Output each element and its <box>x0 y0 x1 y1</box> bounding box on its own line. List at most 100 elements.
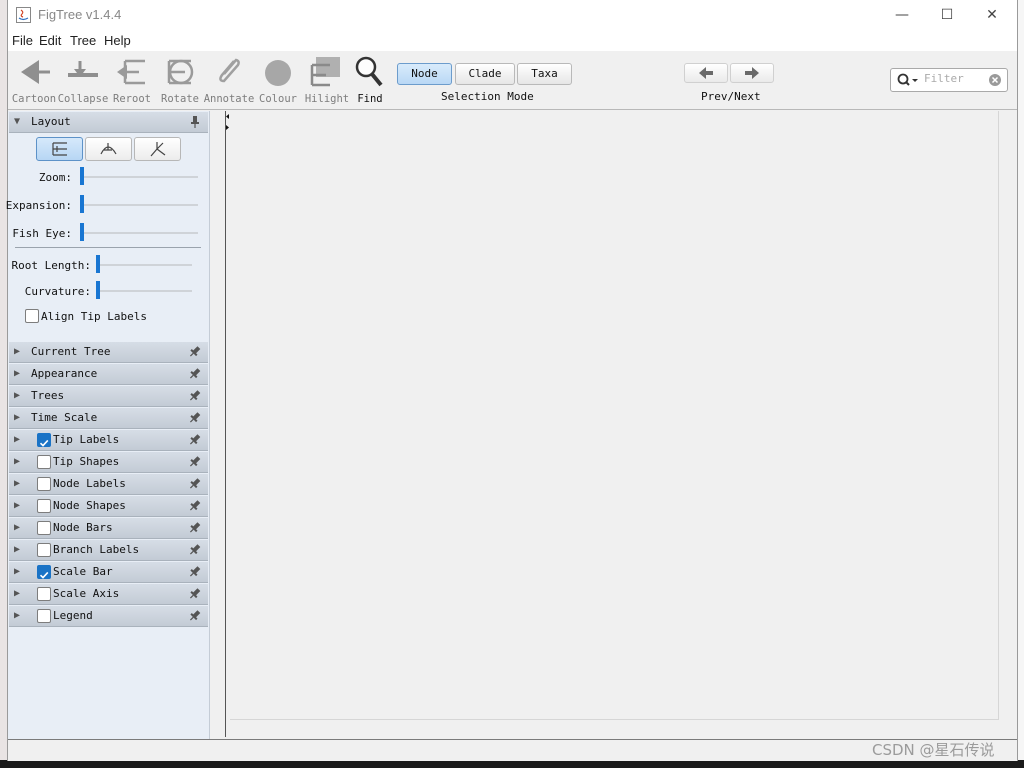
pin-icon[interactable] <box>188 367 202 380</box>
rotate-button[interactable]: Rotate <box>156 55 204 107</box>
expansion-slider-thumb[interactable] <box>80 195 84 213</box>
layout-panel-header[interactable]: ▼ Layout <box>9 112 208 133</box>
zoom-slider-thumb[interactable] <box>80 167 84 185</box>
root-length-slider-thumb[interactable] <box>96 255 100 273</box>
maximize-button[interactable]: ☐ <box>925 3 969 27</box>
selection-taxa-button[interactable]: Taxa <box>517 63 572 85</box>
collapsed-triangle-icon[interactable]: ▶ <box>14 368 20 379</box>
collapsed-triangle-icon[interactable]: ▶ <box>14 346 20 357</box>
find-button[interactable]: Find <box>346 55 394 107</box>
selection-clade-button[interactable]: Clade <box>455 63 515 85</box>
panel-header-appearance[interactable]: ▶ Appearance <box>9 364 208 385</box>
pin-icon[interactable] <box>188 543 202 556</box>
reroot-button[interactable]: Reroot <box>108 55 156 107</box>
panel-header-current-tree[interactable]: ▶ Current Tree <box>9 342 208 363</box>
java-app-icon <box>16 7 31 23</box>
expansion-slider-track[interactable] <box>80 204 198 206</box>
pin-icon[interactable] <box>188 565 202 578</box>
tree-canvas[interactable] <box>230 111 999 720</box>
reroot-icon <box>117 59 145 85</box>
scale-bar-checkbox[interactable] <box>37 565 51 579</box>
collapsed-triangle-icon[interactable]: ▶ <box>14 412 20 423</box>
scale-axis-checkbox[interactable] <box>37 587 51 601</box>
tip-shapes-checkbox[interactable] <box>37 455 51 469</box>
panel-header-branch-labels[interactable]: ▶ Branch Labels <box>9 540 208 561</box>
fish-eye-label: Fish Eye: <box>12 227 72 240</box>
collapsed-triangle-icon[interactable]: ▶ <box>14 434 20 445</box>
menu-file[interactable]: File <box>12 33 33 48</box>
collapsed-triangle-icon[interactable]: ▶ <box>14 456 20 467</box>
collapsed-triangle-icon[interactable]: ▶ <box>14 610 20 621</box>
panel-header-tip-shapes[interactable]: ▶ Tip Shapes <box>9 452 208 473</box>
legend-panel-title: Legend <box>53 609 93 622</box>
pin-icon[interactable] <box>188 455 202 468</box>
collapsed-triangle-icon[interactable]: ▶ <box>14 478 20 489</box>
panel-header-node-bars[interactable]: ▶ Node Bars <box>9 518 208 539</box>
collapsed-triangle-icon[interactable]: ▶ <box>14 566 20 577</box>
pin-icon[interactable] <box>188 477 202 490</box>
menu-tree[interactable]: Tree <box>70 33 96 48</box>
menu-bar: File Edit Tree Help <box>8 31 1017 51</box>
node-shapes-checkbox[interactable] <box>37 499 51 513</box>
panel-header-legend[interactable]: ▶ Legend <box>9 606 208 627</box>
collapse-icon <box>68 61 98 77</box>
minimize-button[interactable]: — <box>880 3 924 27</box>
pin-icon[interactable] <box>188 433 202 446</box>
menu-help[interactable]: Help <box>104 33 131 48</box>
legend-checkbox[interactable] <box>37 609 51 623</box>
branch-labels-checkbox[interactable] <box>37 543 51 557</box>
zoom-slider-track[interactable] <box>80 176 198 178</box>
fish-eye-slider-thumb[interactable] <box>80 223 84 241</box>
clear-icon[interactable] <box>988 73 1002 87</box>
pin-icon[interactable] <box>188 345 202 358</box>
taskbar-edge <box>0 760 1024 768</box>
panel-header-scale-bar[interactable]: ▶ Scale Bar <box>9 562 208 583</box>
title-bar: FigTree v1.4.4 — ☐ ✕ <box>8 0 1017 31</box>
layout-panel-title: Layout <box>31 115 71 128</box>
collapsed-triangle-icon[interactable]: ▶ <box>14 390 20 401</box>
close-button[interactable]: ✕ <box>970 3 1014 27</box>
collapse-button[interactable]: Collapse <box>58 55 108 107</box>
collapsed-triangle-icon[interactable]: ▶ <box>14 500 20 511</box>
next-button[interactable] <box>730 63 774 83</box>
prev-button[interactable] <box>684 63 728 83</box>
radial-layout-button[interactable] <box>134 137 181 161</box>
align-tip-labels-checkbox[interactable] <box>25 309 39 323</box>
curvature-slider-track[interactable] <box>96 290 192 292</box>
tip-labels-checkbox[interactable] <box>37 433 51 447</box>
fish-eye-slider-track[interactable] <box>80 232 198 234</box>
annotate-button[interactable]: Annotate <box>204 55 254 107</box>
panel-header-node-shapes[interactable]: ▶ Node Shapes <box>9 496 208 517</box>
cartoon-button[interactable]: Cartoon <box>10 55 58 107</box>
curvature-slider-thumb[interactable] <box>96 281 100 299</box>
pin-icon[interactable] <box>188 115 202 128</box>
pin-icon[interactable] <box>188 521 202 534</box>
panel-header-trees[interactable]: ▶ Trees <box>9 386 208 407</box>
colour-label: Colour <box>259 93 297 105</box>
panel-header-time-scale[interactable]: ▶ Time Scale <box>9 408 208 429</box>
node-labels-checkbox[interactable] <box>37 477 51 491</box>
figtree-window: FigTree v1.4.4 — ☐ ✕ File Edit Tree Help… <box>6 0 1017 761</box>
node-bars-checkbox[interactable] <box>37 521 51 535</box>
collapsed-triangle-icon[interactable]: ▶ <box>14 522 20 533</box>
polar-layout-button[interactable] <box>85 137 132 161</box>
pin-icon[interactable] <box>188 587 202 600</box>
appearance-panel-title: Appearance <box>31 367 98 380</box>
collapsed-triangle-icon[interactable]: ▶ <box>14 544 20 555</box>
selection-node-button[interactable]: Node <box>397 63 452 85</box>
collapsed-triangle-icon[interactable]: ▶ <box>14 588 20 599</box>
rectangular-layout-button[interactable] <box>36 137 83 161</box>
pin-icon[interactable] <box>188 389 202 402</box>
filter-search-box[interactable]: Filter <box>890 68 1008 92</box>
panel-header-scale-axis[interactable]: ▶ Scale Axis <box>9 584 208 605</box>
node-bars-panel-title: Node Bars <box>53 521 113 534</box>
pin-icon[interactable] <box>188 411 202 424</box>
panel-header-tip-labels[interactable]: ▶ Tip Labels <box>9 430 208 451</box>
menu-edit[interactable]: Edit <box>39 33 61 48</box>
pin-icon[interactable] <box>188 499 202 512</box>
scale-bar-panel-title: Scale Bar <box>53 565 113 578</box>
panel-header-node-labels[interactable]: ▶ Node Labels <box>9 474 208 495</box>
pin-icon[interactable] <box>188 609 202 622</box>
colour-button[interactable]: Colour <box>254 55 302 107</box>
root-length-slider-track[interactable] <box>96 264 192 266</box>
